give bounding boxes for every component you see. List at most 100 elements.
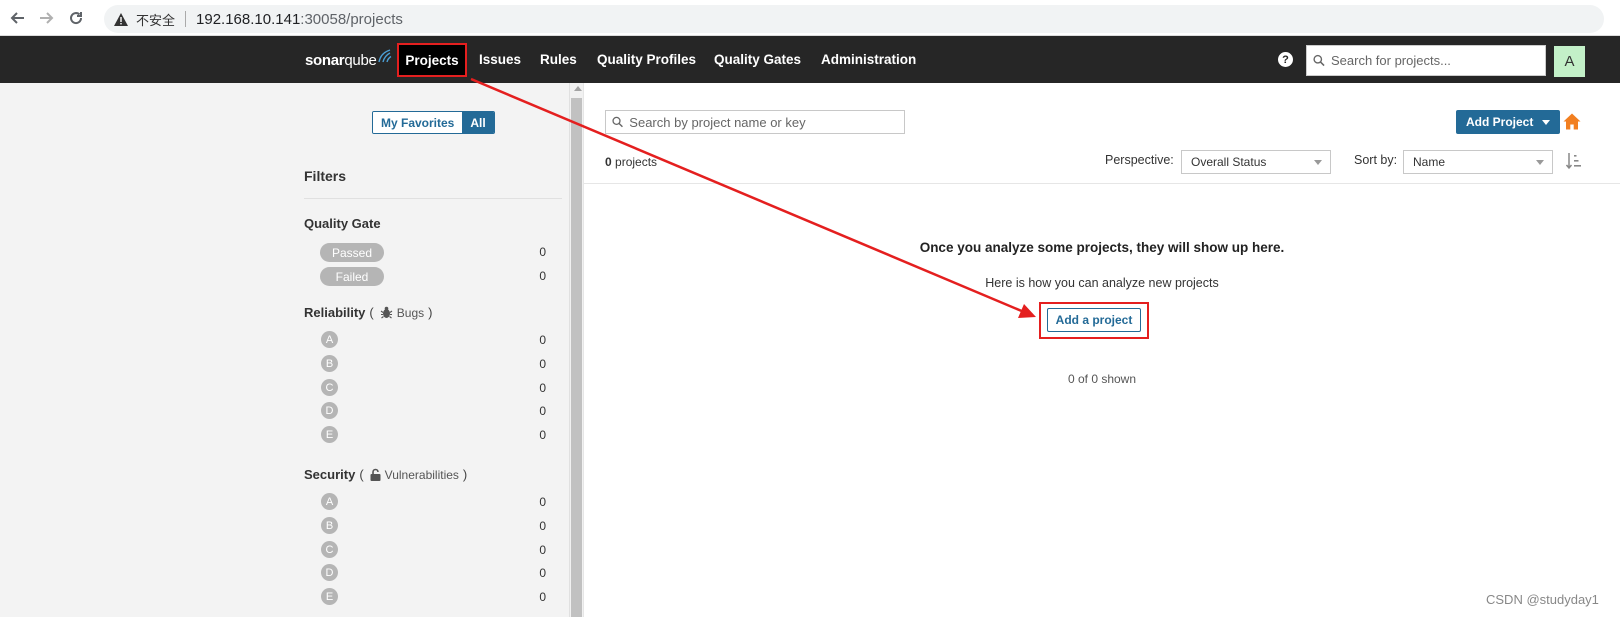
address-bar[interactable]: 不安全 192.168.10.141 :30058/projects xyxy=(104,5,1604,33)
omnibox-divider xyxy=(185,11,187,27)
projects-count: 0 projects xyxy=(605,155,657,169)
quality-gate-facet-title[interactable]: Quality Gate xyxy=(304,216,381,231)
global-search-input[interactable] xyxy=(1330,53,1545,68)
reliability-subtitle: ( Bugs ) xyxy=(369,305,432,320)
add-a-project-button[interactable]: Add a project xyxy=(1047,308,1141,332)
lock-icon xyxy=(370,468,381,481)
empty-state-subtitle: Here is how you can analyze new projects xyxy=(985,276,1219,290)
reliability-rating-b-count: 0 xyxy=(539,357,546,371)
nav-issues[interactable]: Issues xyxy=(479,52,521,67)
help-icon[interactable]: ? xyxy=(1278,52,1293,67)
security-rating-b-count: 0 xyxy=(539,519,546,533)
security-rating-c[interactable]: C xyxy=(321,541,338,558)
logo-waves-icon xyxy=(377,49,391,63)
vulnerabilities-label: Vulnerabilities xyxy=(384,467,459,482)
nav-rules[interactable]: Rules xyxy=(540,52,577,67)
security-rating-a[interactable]: A xyxy=(321,493,338,510)
filters-sidebar xyxy=(0,83,569,617)
url-host: 192.168.10.141 xyxy=(196,10,301,28)
forward-arrow-icon[interactable] xyxy=(34,6,58,30)
security-rating-c-count: 0 xyxy=(539,543,546,557)
quality-gate-failed-count: 0 xyxy=(539,269,546,283)
reliability-rating-d-count: 0 xyxy=(539,404,546,418)
watermark: CSDN @studyday1 xyxy=(1486,592,1599,607)
warning-triangle-icon xyxy=(114,12,128,26)
security-rating-e[interactable]: E xyxy=(321,588,338,605)
security-rating-e-count: 0 xyxy=(539,590,546,604)
sort-by-select-value: Name xyxy=(1413,155,1446,169)
security-rating-b[interactable]: B xyxy=(321,517,338,534)
perspective-label: Perspective: xyxy=(1105,153,1174,167)
reliability-rating-a-count: 0 xyxy=(539,333,546,347)
bugs-label: Bugs xyxy=(396,305,425,320)
nav-administration[interactable]: Administration xyxy=(821,52,916,67)
reliability-title-text: Reliability xyxy=(304,305,366,320)
security-rating-d-count: 0 xyxy=(539,566,546,580)
security-subtitle: ( Vulnerabilities ) xyxy=(359,467,467,482)
filters-divider xyxy=(304,198,562,199)
global-search-box[interactable] xyxy=(1306,45,1546,76)
reliability-rating-b[interactable]: B xyxy=(321,355,338,372)
reliability-rating-a[interactable]: A xyxy=(321,331,338,348)
nav-quality-profiles[interactable]: Quality Profiles xyxy=(597,52,696,67)
bug-icon xyxy=(380,306,393,319)
user-avatar[interactable]: A xyxy=(1554,46,1585,77)
back-arrow-icon[interactable] xyxy=(6,6,30,30)
quality-gate-passed-count: 0 xyxy=(539,245,546,259)
nav-projects[interactable]: Projects xyxy=(397,43,467,77)
reliability-rating-c[interactable]: C xyxy=(321,379,338,396)
chevron-down-icon xyxy=(1536,160,1544,165)
logo-text-bold: sonar xyxy=(305,52,345,69)
search-icon xyxy=(1313,54,1325,67)
security-facet-title[interactable]: Security ( Vulnerabilities ) xyxy=(304,467,467,482)
sort-by-select[interactable]: Name xyxy=(1403,150,1553,174)
search-icon xyxy=(612,116,623,128)
nav-quality-gates[interactable]: Quality Gates xyxy=(714,52,801,67)
sonarqube-navbar: sonar qube Projects Issues Rules Quality … xyxy=(0,36,1620,83)
sonarqube-logo[interactable]: sonar qube xyxy=(305,49,392,69)
security-rating-a-count: 0 xyxy=(539,495,546,509)
chevron-down-icon xyxy=(1542,119,1551,125)
open-paren: ( xyxy=(359,467,364,482)
filters-title: Filters xyxy=(304,168,347,184)
all-button[interactable]: All xyxy=(462,112,494,133)
insecure-label: 不安全 xyxy=(136,12,176,28)
project-search-box[interactable] xyxy=(605,110,905,134)
sort-ascending-icon[interactable] xyxy=(1565,152,1582,175)
my-favorites-button[interactable]: My Favorites xyxy=(373,112,463,133)
add-project-dropdown-button[interactable]: Add Project xyxy=(1456,110,1561,134)
close-paren: ) xyxy=(428,305,433,320)
chevron-down-icon xyxy=(1314,160,1322,165)
reliability-rating-e[interactable]: E xyxy=(321,426,338,443)
reliability-facet-title[interactable]: Reliability ( Bugs ) xyxy=(304,305,432,320)
reliability-rating-d[interactable]: D xyxy=(321,402,338,419)
empty-state-title: Once you analyze some projects, they wil… xyxy=(919,240,1285,255)
browser-toolbar: 不安全 192.168.10.141 :30058/projects xyxy=(0,0,1620,36)
open-paren: ( xyxy=(369,305,374,320)
logo-text-thin: qube xyxy=(344,52,377,69)
sidebar-scrollbar[interactable] xyxy=(569,83,583,617)
quality-gate-failed-option[interactable]: Failed xyxy=(320,267,384,286)
perspective-select[interactable]: Overall Status xyxy=(1181,150,1331,174)
reliability-rating-e-count: 0 xyxy=(539,428,546,442)
add-project-label: Add Project xyxy=(1466,115,1534,129)
projects-count-number: 0 xyxy=(605,155,612,169)
reload-icon[interactable] xyxy=(64,6,88,30)
reliability-rating-c-count: 0 xyxy=(539,381,546,395)
sort-by-label: Sort by: xyxy=(1354,153,1398,167)
security-rating-d[interactable]: D xyxy=(321,564,338,581)
perspective-select-value: Overall Status xyxy=(1191,155,1267,169)
main-divider xyxy=(583,83,584,617)
content-divider xyxy=(584,183,1620,184)
shown-count: 0 of 0 shown xyxy=(1067,372,1137,386)
url-path: :30058/projects xyxy=(300,10,403,28)
project-search-input[interactable] xyxy=(629,114,904,130)
projects-count-word: projects xyxy=(611,155,658,169)
favorites-toggle: My Favorites All xyxy=(372,111,495,134)
close-paren: ) xyxy=(462,467,468,482)
nav-projects-label: Projects xyxy=(405,52,459,68)
home-icon[interactable] xyxy=(1563,113,1581,135)
quality-gate-passed-option[interactable]: Passed xyxy=(320,243,384,262)
scrollbar-thumb[interactable] xyxy=(571,98,582,617)
scroll-up-arrow-icon[interactable] xyxy=(574,86,582,91)
